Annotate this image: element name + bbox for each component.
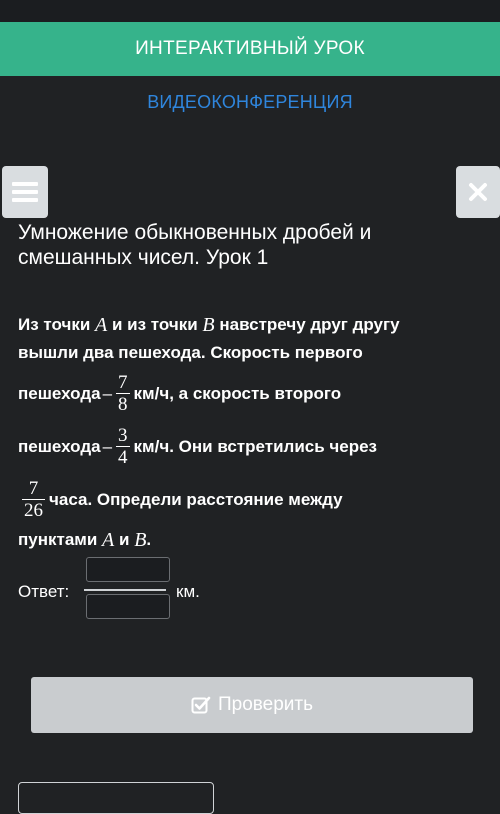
fraction-speed-1: 7 8: [116, 372, 130, 415]
fraction-numerator: 3: [116, 425, 130, 447]
problem-text: и из точки: [111, 315, 198, 334]
problem-text: часа. Определи расстояние между: [49, 489, 343, 509]
problem-text: пешехода: [18, 383, 101, 403]
hamburger-icon: [12, 182, 38, 202]
problem-text: пешехода: [18, 436, 101, 456]
answer-label: Ответ:: [18, 582, 70, 601]
point-a: A: [102, 529, 115, 551]
point-a: A: [95, 314, 108, 336]
fraction-time: 7 26: [22, 478, 45, 521]
problem-text: Из точки: [18, 315, 91, 334]
problem-text: км/ч, а скорость второго: [133, 383, 342, 403]
fraction-numerator: 7: [116, 372, 130, 394]
minus-sign: –: [102, 383, 113, 403]
fraction-denominator: 4: [118, 447, 128, 468]
bottom-button[interactable]: [18, 782, 214, 814]
problem-text: вышли два пешехода. Скорость первого: [18, 343, 363, 362]
problem-text: навстречу друг другу: [219, 315, 400, 334]
point-b: B: [134, 529, 147, 551]
fraction-speed-2: 3 4: [116, 425, 130, 468]
answer-denominator-input[interactable]: [86, 594, 170, 619]
minus-sign: –: [102, 436, 113, 456]
problem-text: .: [146, 530, 152, 549]
check-button-label: Проверить: [217, 694, 314, 715]
fraction-numerator: 7: [22, 478, 45, 500]
interactive-lesson-banner[interactable]: ИНТЕРАКТИВНЫЙ УРОК: [0, 22, 500, 76]
answer-fraction-bar: [84, 589, 166, 591]
point-b: B: [202, 314, 215, 336]
close-icon: [469, 183, 487, 201]
menu-button[interactable]: [2, 166, 48, 218]
checkbox-check-icon: [191, 696, 211, 714]
lesson-title: Умножение обыкновенных дробей и смешанны…: [18, 221, 372, 269]
top-strip: [0, 0, 500, 22]
close-button[interactable]: [456, 166, 500, 218]
fraction-denominator: 26: [24, 500, 43, 521]
problem-text: км/ч. Они встретились через: [133, 436, 378, 456]
answer-numerator-input[interactable]: [86, 557, 170, 582]
videoconference-link[interactable]: ВИДЕОКОНФЕРЕНЦИЯ: [0, 92, 500, 113]
problem-text: и: [119, 530, 130, 549]
problem-text: пунктами: [18, 530, 98, 549]
problem-statement: Из точки A и из точки B навстречу друг д…: [18, 311, 488, 554]
answer-unit: км.: [176, 582, 200, 601]
check-button[interactable]: Проверить: [31, 677, 473, 733]
fraction-denominator: 8: [118, 394, 128, 415]
interactive-lesson-label: ИНТЕРАКТИВНЫЙ УРОК: [135, 38, 365, 59]
